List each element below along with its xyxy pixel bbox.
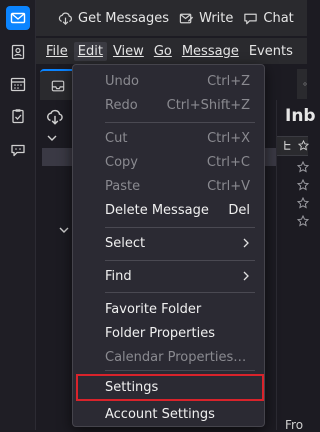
chevron-down-icon[interactable] — [58, 224, 70, 236]
menu-separator — [105, 260, 255, 261]
menu-item-folder-properties[interactable]: Folder Properties — [73, 321, 264, 345]
menu-item-select[interactable]: Select — [73, 231, 264, 255]
menu-view[interactable]: View — [109, 42, 148, 61]
menu-item-redo[interactable]: Redo Ctrl+Shift+Z — [73, 93, 264, 117]
menu-item-settings[interactable]: Settings — [76, 374, 264, 401]
chat-icon — [244, 13, 258, 24]
thread-column-header[interactable] — [277, 136, 309, 156]
chat-label: Chat — [263, 10, 294, 26]
menu-item-calendar-properties[interactable]: Calendar Properties… — [73, 345, 264, 369]
get-messages-icon — [58, 12, 72, 25]
menu-item-label: Redo — [105, 97, 138, 113]
calendar-icon — [10, 77, 26, 92]
inbox-icon — [51, 80, 65, 92]
menu-separator — [105, 227, 255, 228]
thread-pane: Inb Fro — [276, 100, 316, 432]
menu-item-undo[interactable]: Undo Ctrl+Z — [73, 69, 264, 93]
chevron-right-icon — [243, 238, 249, 248]
menu-item-label: Folder Properties — [105, 325, 216, 341]
chat-icon — [11, 144, 25, 157]
menu-item-find[interactable]: Find — [73, 264, 264, 288]
star-icon — [298, 140, 309, 151]
write-icon — [179, 13, 194, 23]
menu-item-label: Select — [105, 235, 146, 251]
chevron-down-icon[interactable] — [46, 132, 58, 144]
menu-item-account-settings[interactable]: Account Settings — [73, 402, 264, 426]
address-book-space-button[interactable] — [6, 40, 30, 64]
write-button[interactable]: Write — [179, 11, 233, 26]
menu-item-label: Account Settings — [105, 406, 215, 422]
menu-item-shortcut: Del — [228, 202, 250, 218]
menu-edit[interactable]: Edit — [73, 41, 107, 61]
thread-icon — [284, 140, 291, 150]
star-icon[interactable] — [297, 179, 309, 191]
star-icon[interactable] — [297, 215, 309, 227]
menu-item-shortcut: Ctrl+Shift+Z — [166, 97, 250, 113]
star-icon[interactable] — [297, 161, 309, 173]
menu-item-label: Undo — [105, 73, 139, 89]
menu-item-cut[interactable]: Cut Ctrl+X — [73, 126, 264, 150]
mail-toolbar: Get Messages Write Chat — [36, 0, 307, 36]
menu-go[interactable]: Go — [150, 42, 176, 61]
menu-item-favorite-folder[interactable]: Favorite Folder — [73, 297, 264, 321]
tasks-space-button[interactable] — [6, 104, 30, 128]
menu-go-label: Go — [153, 43, 172, 59]
menu-item-shortcut: Ctrl+C — [206, 154, 250, 170]
chevron-right-icon — [243, 271, 249, 281]
tab-calendar[interactable] — [297, 69, 307, 99]
tasks-icon — [12, 109, 24, 124]
menu-item-shortcut: Ctrl+Z — [207, 73, 250, 89]
menu-item-label: Favorite Folder — [105, 301, 202, 317]
menu-item-label: Find — [105, 268, 132, 284]
mail-icon — [10, 12, 26, 24]
address-book-icon — [11, 44, 25, 60]
menu-item-label: Settings — [105, 380, 159, 395]
menu-separator — [105, 122, 255, 123]
write-label: Write — [199, 10, 234, 26]
menu-item-paste[interactable]: Paste Ctrl+V — [73, 174, 264, 198]
spaces-toolbar — [0, 0, 36, 430]
edit-menu-popup: Undo Ctrl+Z Redo Ctrl+Shift+Z Cut Ctrl+X… — [72, 64, 265, 427]
menu-events-label: Events — [248, 43, 293, 59]
chat-button[interactable]: Chat — [243, 10, 294, 26]
menu-file[interactable]: File — [42, 42, 72, 61]
menu-view-label: View — [112, 43, 144, 59]
get-messages-label: Get Messages — [78, 10, 170, 26]
menu-item-delete-message[interactable]: Delete Message Del — [73, 198, 264, 222]
get-messages-button[interactable]: Get Messages — [58, 11, 169, 26]
menu-item-label: Cut — [105, 130, 128, 146]
calendar-space-button[interactable] — [6, 72, 30, 96]
gear-icon — [303, 82, 307, 86]
menu-item-label: Paste — [105, 178, 141, 194]
menu-message[interactable]: Message — [178, 42, 243, 61]
menu-edit-label: Edit — [77, 43, 103, 59]
mail-space-button[interactable] — [6, 6, 30, 30]
menu-file-label: File — [46, 43, 68, 59]
tab-mail[interactable] — [40, 69, 76, 101]
menu-item-copy[interactable]: Copy Ctrl+C — [73, 150, 264, 174]
star-icon[interactable] — [297, 197, 309, 209]
get-messages-icon[interactable] — [46, 108, 64, 126]
chat-space-button[interactable] — [6, 138, 30, 162]
menu-item-label: Calendar Properties… — [105, 349, 247, 365]
menu-events[interactable]: Events — [245, 42, 297, 61]
menu-separator — [105, 292, 255, 293]
menu-separator — [105, 370, 255, 371]
menu-item-shortcut: Ctrl+X — [207, 130, 250, 146]
menu-item-shortcut: Ctrl+V — [207, 178, 250, 194]
folder-title: Inb — [285, 106, 316, 126]
menu-message-label: Message — [181, 43, 239, 59]
menu-item-label: Copy — [105, 154, 138, 170]
menu-bar: File Edit View Go Message Events — [36, 38, 307, 64]
menu-item-label: Delete Message — [105, 202, 209, 218]
